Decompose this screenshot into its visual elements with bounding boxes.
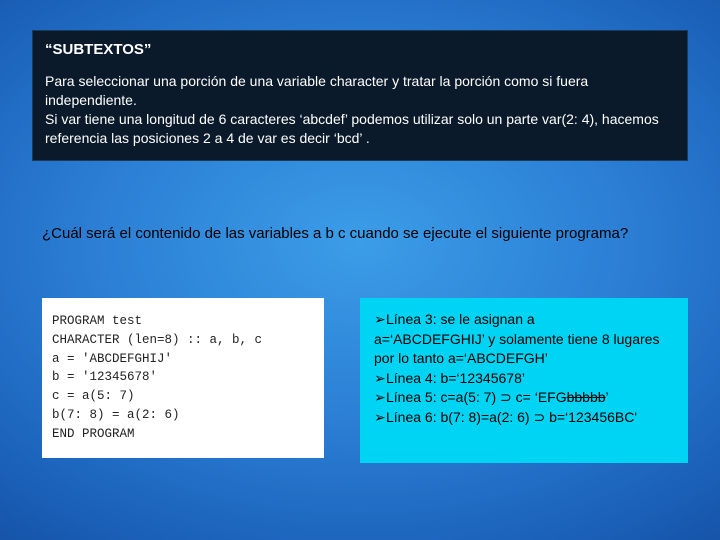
bullet-icon: ➢: [374, 408, 386, 428]
strike-text: bbbbb: [567, 389, 606, 405]
bullet-icon: ➢: [374, 388, 386, 408]
exp-line-1: ➢Línea 3: se le asignan a: [374, 310, 674, 330]
bullet-icon: ➢: [374, 310, 386, 330]
panel-body: Para seleccionar una porción de una vari…: [45, 72, 675, 148]
subtextos-panel: “SUBTEXTOS” Para seleccionar una porción…: [32, 30, 688, 161]
code-listing: PROGRAM test CHARACTER (len=8) :: a, b, …: [42, 298, 324, 458]
bullet-icon: ➢: [374, 369, 386, 389]
exp-line-4: ➢Línea 6: b(7: 8)=a(2: 6) ⊃ b=‘123456BC': [374, 408, 674, 428]
question-text: ¿Cuál será el contenido de las variables…: [42, 224, 682, 244]
exp-line-1b: a=‘ABCDEFGHIJ’ y solamente tiene 8 lugar…: [374, 330, 674, 369]
panel-p2: Si var tiene una longitud de 6 caractere…: [45, 111, 659, 146]
exp-line-3: ➢Línea 5: c=a(5: 7) ⊃ c= ‘EFGbbbbb’: [374, 388, 674, 408]
panel-p1: Para seleccionar una porción de una vari…: [45, 73, 588, 108]
explanation-panel: ➢Línea 3: se le asignan a a=‘ABCDEFGHIJ’…: [360, 298, 688, 463]
panel-title: “SUBTEXTOS”: [45, 41, 675, 58]
exp-line-2: ➢Línea 4: b=‘12345678’: [374, 369, 674, 389]
